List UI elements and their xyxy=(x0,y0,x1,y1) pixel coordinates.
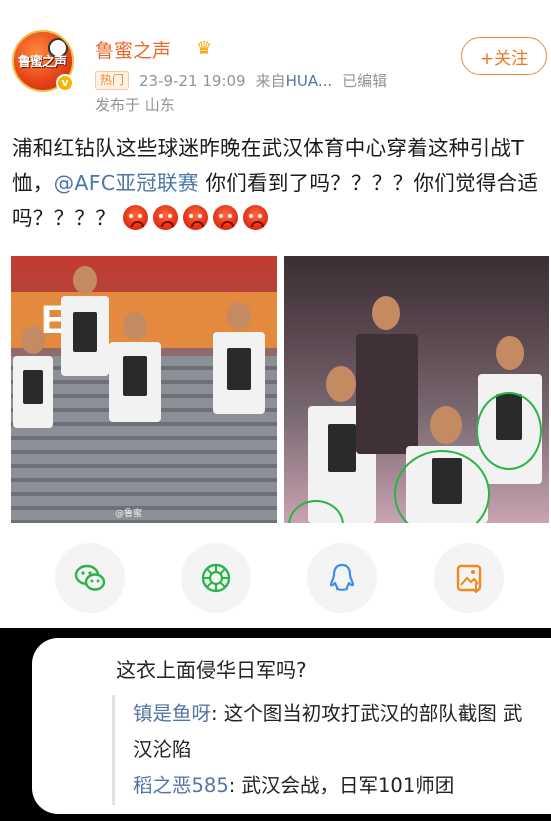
post-meta: 热门 23-9-21 19:09 来自 HUA... 已编辑 xyxy=(95,70,387,91)
crown-icon: ♛ xyxy=(196,38,213,59)
reply-item[interactable]: 稻之恶585: 武汉会战，日军101师团 xyxy=(133,768,533,804)
source-link[interactable]: HUA... xyxy=(286,72,333,90)
qq-icon xyxy=(329,563,355,591)
post-time: 23-9-21 19:09 xyxy=(139,71,246,90)
fan-figure xyxy=(207,302,271,523)
verified-badge-icon: v xyxy=(56,74,74,92)
avatar-logo-text: 鲁蜜之声 xyxy=(18,55,67,70)
post-image-left[interactable]: E LEAGUE @鲁蜜 xyxy=(11,256,277,523)
follow-label: +关注 xyxy=(479,48,529,69)
post-image-right[interactable] xyxy=(284,256,549,523)
share-qq-button[interactable] xyxy=(307,543,377,613)
moments-icon xyxy=(201,563,231,593)
reply-item[interactable]: 镇是鱼呀: 这个图当初攻打武汉的部队截图 武汉沦陷 xyxy=(133,696,533,768)
comment-question: 这衣上面侵华日军吗? xyxy=(116,658,307,682)
angry-face-emoji-icon xyxy=(122,205,148,230)
post-text: 浦和红钻队这些球迷昨晚在武汉体育中心穿着这种引战T恤，@AFC亚冠联赛 你们看到… xyxy=(12,131,544,236)
mention-link[interactable]: @AFC亚冠联赛 xyxy=(54,171,199,195)
fan-figure xyxy=(103,312,167,523)
published-location: 发布于 山东 xyxy=(95,96,175,114)
hot-badge: 热门 xyxy=(95,71,130,90)
username[interactable]: 鲁蜜之声 xyxy=(95,36,171,63)
edited-label[interactable]: 已编辑 xyxy=(342,70,387,91)
reply-author[interactable]: 镇是鱼呀 xyxy=(133,702,211,725)
wechat-icon xyxy=(74,564,106,591)
share-wechat-button[interactable] xyxy=(55,543,125,613)
annotation-circle xyxy=(476,392,542,470)
image-watermark: @鲁蜜 xyxy=(115,509,143,519)
angry-face-emoji-icon xyxy=(182,205,208,230)
save-image-icon xyxy=(456,564,482,594)
reply-author[interactable]: 稻之恶585 xyxy=(133,774,229,797)
angry-face-emoji-icon xyxy=(212,205,238,230)
angry-face-emoji-icon xyxy=(242,205,268,230)
source-prefix: 来自 xyxy=(255,72,286,90)
share-moments-button[interactable] xyxy=(181,543,251,613)
fan-figure xyxy=(11,326,57,523)
save-image-button[interactable] xyxy=(434,543,504,613)
reply-divider xyxy=(112,695,115,805)
reply-text: : 武汉会战，日军101师团 xyxy=(228,774,455,797)
follow-button[interactable]: +关注 xyxy=(461,37,547,75)
angry-face-emoji-icon xyxy=(152,205,178,230)
